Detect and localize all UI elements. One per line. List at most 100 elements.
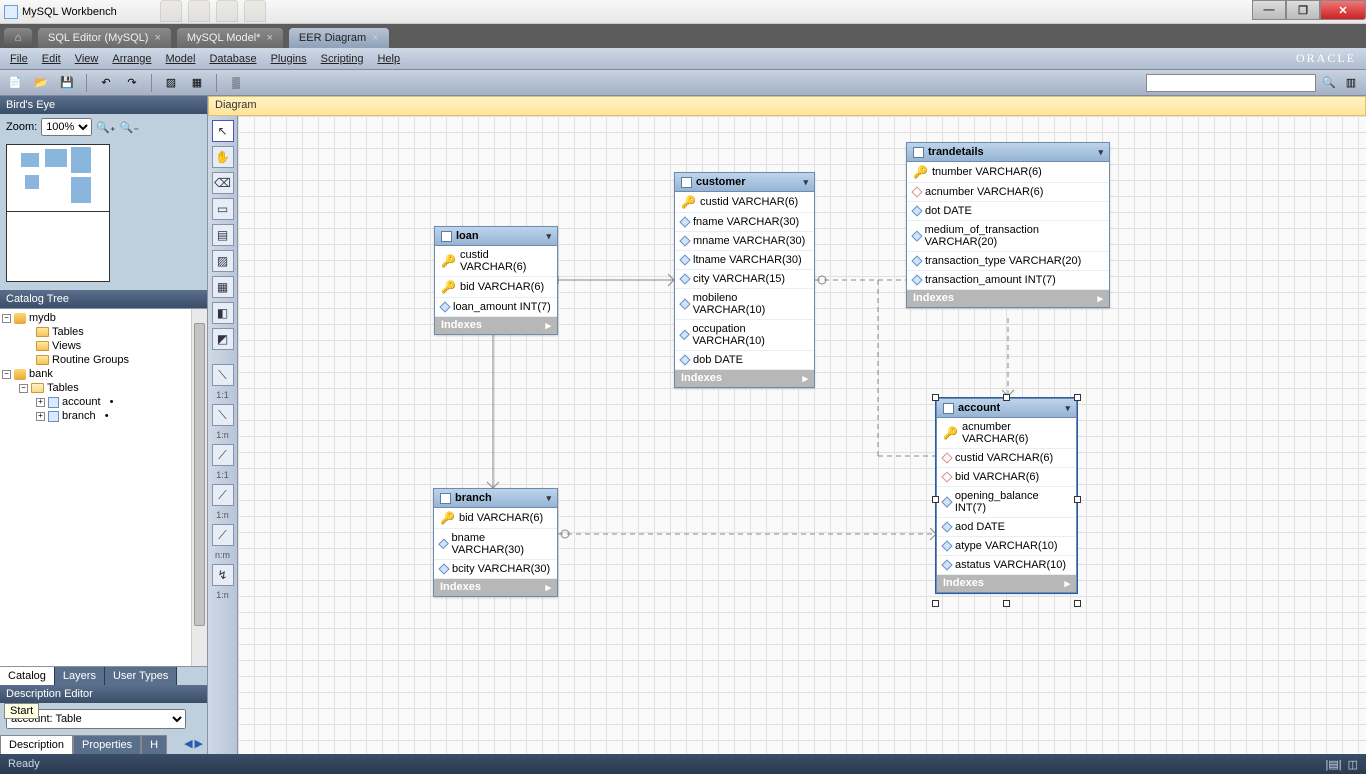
view-tool[interactable]: ◧ [212,302,234,324]
resize-handle[interactable] [932,600,939,607]
tab-mysql-model[interactable]: MySQL Model*× [177,28,283,48]
rel-n-m-tool[interactable]: ⟋ [212,524,234,546]
rel-existing-cols-tool[interactable]: ↯ [212,564,234,586]
chevron-right-icon[interactable]: ▸ [545,581,551,594]
home-icon: ⌂ [15,32,22,44]
table-icon [913,147,924,158]
birds-eye-view[interactable] [6,144,110,282]
resize-handle[interactable] [1003,394,1010,401]
zoom-select[interactable]: 100% [41,118,92,136]
table-icon [681,177,692,188]
menu-arrange[interactable]: Arrange [112,53,151,65]
menu-model[interactable]: Model [166,53,196,65]
chevron-down-icon[interactable]: ▾ [803,177,808,188]
chevron-down-icon[interactable]: ▾ [1065,403,1070,414]
tab-eer-diagram[interactable]: EER Diagram× [289,28,389,48]
fk-icon [911,186,922,197]
entity-loan[interactable]: loan▾ 🔑custid VARCHAR(6) 🔑bid VARCHAR(6)… [434,226,558,335]
zoom-out-icon[interactable]: 🔍₋ [120,121,140,134]
expand-icon[interactable]: + [36,412,45,421]
pointer-tool[interactable]: ↖ [212,120,234,142]
undo-button[interactable]: ↶ [97,74,115,92]
chevron-down-icon[interactable]: ▾ [1098,147,1103,158]
menu-help[interactable]: Help [377,53,400,65]
search-input[interactable] [1146,74,1316,92]
chevron-right-icon[interactable]: ▸ [1097,292,1103,305]
expand-icon[interactable]: + [36,398,45,407]
expand-icon[interactable]: − [2,370,11,379]
tab-sql-editor[interactable]: SQL Editor (MySQL)× [38,28,171,48]
menu-scripting[interactable]: Scripting [321,53,364,65]
new-file-button[interactable]: 📄 [6,74,24,92]
entity-account[interactable]: account▾ 🔑acnumber VARCHAR(6) custid VAR… [936,398,1077,593]
entity-customer[interactable]: customer▾ 🔑custid VARCHAR(6) fname VARCH… [674,172,815,388]
open-file-button[interactable]: 📂 [32,74,50,92]
resize-handle[interactable] [1074,496,1081,503]
subtab-usertypes[interactable]: User Types [105,667,177,685]
eraser-tool[interactable]: ⌫ [212,172,234,194]
maximize-button[interactable]: ❐ [1286,0,1320,20]
column-icon [679,330,690,341]
rel-1-1-nonid-tool[interactable]: ⟍ [212,364,234,386]
routine-tool[interactable]: ◩ [212,328,234,350]
search-options-icon[interactable]: ▥ [1342,74,1360,92]
menu-database[interactable]: Database [209,53,256,65]
toggle-grid-button[interactable]: ▒ [227,74,245,92]
rel-1-n-id-tool[interactable]: ⟋ [212,484,234,506]
menu-plugins[interactable]: Plugins [271,53,307,65]
note-tool[interactable]: ▤ [212,224,234,246]
menu-file[interactable]: File [10,53,28,65]
resize-handle[interactable] [1074,394,1081,401]
menu-view[interactable]: View [75,53,99,65]
scroll-left-icon[interactable]: ◀ [184,737,192,752]
titlebar: MySQL Workbench — ❐ ✕ [0,0,1366,24]
entity-branch[interactable]: branch▾ 🔑bid VARCHAR(6) bname VARCHAR(30… [433,488,558,597]
resize-handle[interactable] [932,394,939,401]
table-icon [943,403,954,414]
catalog-tree[interactable]: −mydb Tables Views Routine Groups −bank … [0,308,207,667]
image-tool[interactable]: ▨ [212,250,234,272]
home-tab[interactable]: ⌂ [4,28,32,48]
layer-tool[interactable]: ▭ [212,198,234,220]
subtab-catalog[interactable]: Catalog [0,667,55,685]
menu-edit[interactable]: Edit [42,53,61,65]
expand-icon[interactable]: − [19,384,28,393]
diagram-canvas[interactable]: loan▾ 🔑custid VARCHAR(6) 🔑bid VARCHAR(6)… [238,116,1366,754]
folder-icon [36,327,49,337]
chevron-down-icon[interactable]: ▾ [546,231,551,242]
search-icon[interactable]: 🔍 [1320,74,1338,92]
close-icon[interactable]: × [372,32,378,44]
close-icon[interactable]: × [266,32,272,44]
rel-1-n-nonid-tool[interactable]: ⟍ [212,404,234,426]
folder-open-icon [31,383,44,393]
table-tool[interactable]: ▦ [212,276,234,298]
export-button[interactable]: ▦ [188,74,206,92]
validate-button[interactable]: ▨ [162,74,180,92]
tree-scrollbar[interactable] [191,309,207,666]
entity-trandetails[interactable]: trandetails▾ 🔑tnumber VARCHAR(6) acnumbe… [906,142,1110,308]
save-button[interactable]: 💾 [58,74,76,92]
close-icon[interactable]: × [154,32,160,44]
redo-button[interactable]: ↷ [123,74,141,92]
key-icon: 🔑 [681,195,696,209]
column-icon [679,235,690,246]
resize-handle[interactable] [1003,600,1010,607]
column-icon [679,354,690,365]
chevron-right-icon[interactable]: ▸ [802,372,808,385]
resize-handle[interactable] [1074,600,1081,607]
scroll-right-icon[interactable]: ▶ [195,737,203,752]
chevron-down-icon[interactable]: ▾ [546,493,551,504]
minimize-button[interactable]: — [1252,0,1286,20]
chevron-right-icon[interactable]: ▸ [545,319,551,332]
expand-icon[interactable]: − [2,314,11,323]
key-icon: 🔑 [441,280,456,294]
rel-1-1-id-tool[interactable]: ⟋ [212,444,234,466]
resize-handle[interactable] [932,496,939,503]
hand-tool[interactable]: ✋ [212,146,234,168]
column-icon [911,274,922,285]
chevron-right-icon[interactable]: ▸ [1064,577,1070,590]
diagram-tab-header[interactable]: Diagram [208,96,1366,116]
subtab-layers[interactable]: Layers [55,667,105,685]
zoom-in-icon[interactable]: 🔍₊ [96,121,116,134]
close-button[interactable]: ✕ [1320,0,1366,20]
